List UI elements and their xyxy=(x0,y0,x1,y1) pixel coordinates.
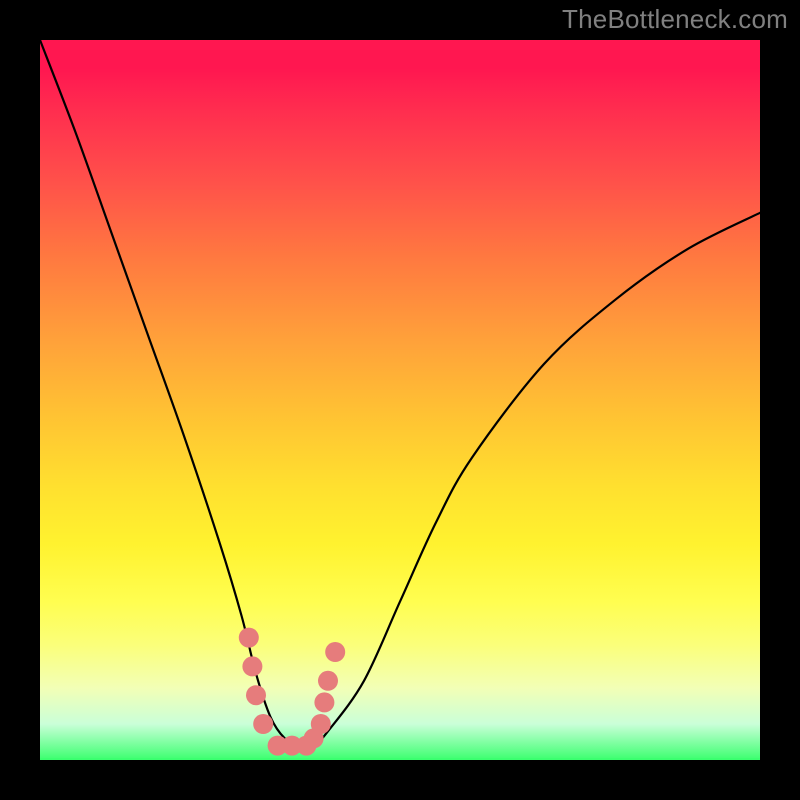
watermark-text: TheBottleneck.com xyxy=(562,4,788,35)
data-marker xyxy=(325,642,345,662)
bottleneck-curve xyxy=(40,40,760,747)
plot-area xyxy=(40,40,760,760)
data-marker xyxy=(314,692,334,712)
data-marker xyxy=(242,656,262,676)
data-marker xyxy=(311,714,331,734)
curve-layer xyxy=(40,40,760,760)
data-marker xyxy=(253,714,273,734)
chart-stage: TheBottleneck.com xyxy=(0,0,800,800)
data-marker xyxy=(239,628,259,648)
data-marker xyxy=(318,671,338,691)
data-marker xyxy=(246,685,266,705)
marker-group xyxy=(239,628,345,756)
